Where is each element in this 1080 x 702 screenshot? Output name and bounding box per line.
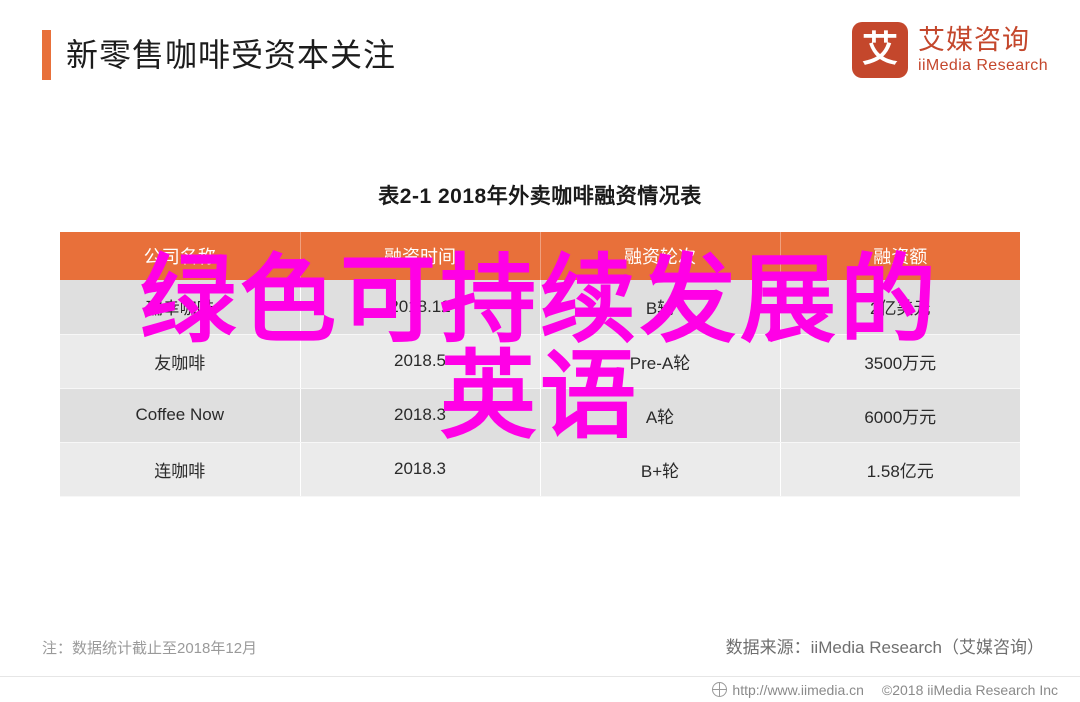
finance-table: 公司名称 融资时间 融资轮次 融资额 瑞幸咖啡 2018.12 B轮 2亿美元 …	[60, 232, 1020, 497]
cell-amount: 6000万元	[780, 388, 1020, 443]
logo-mark-icon: 艾	[851, 22, 908, 78]
cell-company: 瑞幸咖啡	[60, 280, 301, 335]
column-header-round: 融资轮次	[540, 232, 781, 280]
cell-date: 2018.12	[300, 280, 541, 335]
table-header-row-group: 公司名称 融资时间 融资轮次 融资额	[60, 232, 1020, 280]
cell-round: B轮	[540, 280, 781, 335]
cell-amount: 3500万元	[780, 334, 1020, 389]
table-row: Coffee Now 2018.3 A轮 6000万元	[60, 388, 1020, 443]
bottom-bar: http://www.iimedia.cn ©2018 iiMedia Rese…	[0, 676, 1080, 702]
cell-round: A轮	[540, 388, 781, 443]
table-body: 瑞幸咖啡 2018.12 B轮 2亿美元 友咖啡 2018.5 Pre-A轮 3…	[60, 280, 1020, 497]
table-row: 友咖啡 2018.5 Pre-A轮 3500万元	[60, 334, 1020, 389]
table-title: 表2-1 2018年外卖咖啡融资情况表	[378, 185, 702, 208]
page-title: 新零售咖啡受资本关注	[66, 37, 397, 73]
table-row: 瑞幸咖啡 2018.12 B轮 2亿美元	[60, 280, 1020, 335]
cell-company: Coffee Now	[60, 388, 301, 443]
column-header-amount: 融资额	[780, 232, 1020, 280]
column-header-date: 融资时间	[300, 232, 541, 280]
table-header-row: 公司名称 融资时间 融资轮次 融资额	[60, 232, 1020, 280]
cell-amount: 1.58亿元	[780, 442, 1020, 497]
table-row: 连咖啡 2018.3 B+轮 1.58亿元	[60, 442, 1020, 497]
cell-round: B+轮	[540, 442, 781, 497]
slide-page: 新零售咖啡受资本关注 艾 艾媒咨询 iiMedia Research 表2-1 …	[0, 0, 1080, 702]
brand-logo: 艾 艾媒咨询 iiMedia Research	[851, 22, 1048, 78]
cell-round: Pre-A轮	[540, 334, 781, 389]
page-header: 新零售咖啡受资本关注 艾 艾媒咨询 iiMedia Research	[0, 0, 1080, 110]
cell-date: 2018.5	[300, 334, 541, 389]
cell-date: 2018.3	[300, 442, 541, 497]
cell-date: 2018.3	[300, 388, 541, 443]
cell-company: 连咖啡	[60, 442, 301, 497]
column-header-company: 公司名称	[60, 232, 301, 280]
globe-icon	[712, 682, 728, 697]
finance-table-wrapper: 公司名称 融资时间 融资轮次 融资额 瑞幸咖啡 2018.12 B轮 2亿美元 …	[60, 232, 1020, 497]
data-source-note: 数据来源：iiMedia Research（艾媒咨询）	[725, 638, 1044, 657]
logo-text: 艾媒咨询 iiMedia Research	[918, 24, 1048, 76]
footnote-left: 注：数据统计截止至2018年12月	[42, 640, 258, 657]
logo-name-cn: 艾媒咨询	[917, 25, 1030, 55]
copyright-text: ©2018 iiMedia Research Inc	[881, 681, 1058, 698]
website-link[interactable]: http://www.iimedia.cn	[712, 682, 864, 698]
title-accent-bar	[42, 30, 51, 80]
cell-amount: 2亿美元	[780, 280, 1020, 335]
cell-company: 友咖啡	[60, 334, 301, 389]
logo-name-en: iiMedia Research	[917, 57, 1048, 74]
website-url: http://www.iimedia.cn	[732, 681, 864, 698]
